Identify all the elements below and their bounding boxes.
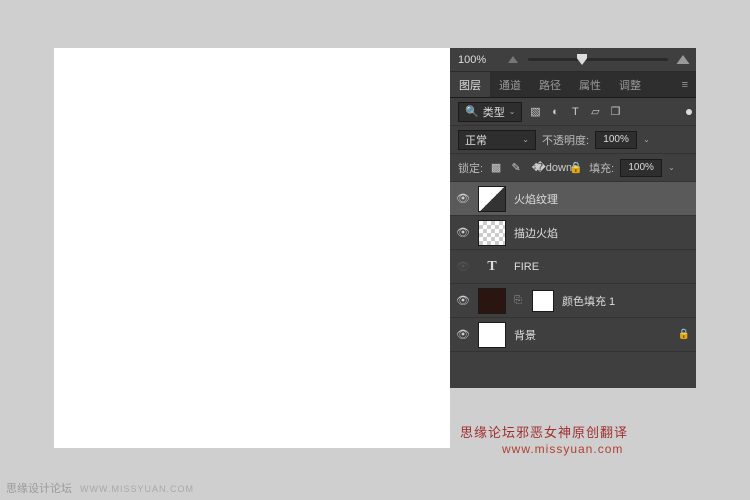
zoom-in-icon[interactable] [677, 55, 690, 64]
filter-adjust-icon[interactable]: ◐ [548, 105, 562, 119]
chevron-down-icon: ⌄ [509, 107, 516, 116]
layer-name[interactable]: FIRE [514, 261, 539, 273]
layer-name[interactable]: 颜色填充 1 [562, 293, 615, 309]
page-footer: 思缘设计论坛 WWW.MISSYUAN.COM [6, 480, 194, 496]
lock-label: 锁定: [458, 160, 483, 176]
layer-thumbnail[interactable] [478, 322, 506, 348]
layer-name[interactable]: 火焰纹理 [514, 191, 558, 207]
tab-properties[interactable]: 属性 [570, 72, 610, 97]
filter-pixel-icon[interactable]: ▧ [528, 105, 542, 119]
watermark-text: 思缘论坛邪恶女神原创翻译 [460, 422, 628, 441]
lock-transparent-icon[interactable]: ▩ [489, 161, 503, 175]
zoom-slider[interactable] [528, 58, 668, 61]
opacity-input[interactable]: 100% [595, 131, 637, 149]
watermark-url: www.missyuan.com [502, 442, 623, 456]
filter-shape-icon[interactable]: ▱ [588, 105, 602, 119]
tab-channels[interactable]: 通道 [490, 72, 530, 97]
visibility-icon[interactable]: 👁 [456, 328, 470, 342]
layer-row[interactable]: 👁 T FIRE [450, 250, 696, 284]
search-icon: 🔍 [465, 105, 479, 118]
filter-type-icon[interactable]: T [568, 105, 582, 119]
panel-tabs: 图层 通道 路径 属性 调整 ≡ [450, 72, 696, 98]
link-icon[interactable]: ⎘ [514, 295, 524, 306]
chevron-down-icon: ⌄ [522, 135, 529, 144]
blend-mode-select[interactable]: 正常 ⌄ [458, 130, 536, 150]
layer-mask-thumbnail[interactable] [532, 290, 554, 312]
layer-filter-row: 🔍 类型 ⌄ ▧ ◐ T ▱ ❐ [450, 98, 696, 126]
layer-list: 👁 火焰纹理 👁 描边火焰 👁 T FIRE 👁 ⎘ 颜色填充 1 👁 背景 🔒 [450, 182, 696, 352]
lock-row: 锁定: ▩ ✎ ✥ �downs 🔒 填充: 100% ⌄ [450, 154, 696, 182]
layer-row[interactable]: 👁 ⎘ 颜色填充 1 [450, 284, 696, 318]
layer-row[interactable]: 👁 火焰纹理 [450, 182, 696, 216]
type-layer-icon[interactable]: T [478, 254, 506, 280]
document-canvas[interactable] [54, 48, 450, 448]
layer-thumbnail[interactable] [478, 288, 506, 314]
layer-row[interactable]: 👁 描边火焰 [450, 216, 696, 250]
lock-all-icon[interactable]: 🔒 [569, 161, 583, 175]
tab-layers[interactable]: 图层 [450, 72, 490, 97]
panel-menu-icon[interactable]: ≡ [674, 72, 696, 97]
visibility-icon[interactable]: 👁 [456, 226, 470, 240]
lock-artboard-icon[interactable]: �downs [549, 161, 563, 175]
filter-smart-icon[interactable]: ❐ [608, 105, 622, 119]
zoom-bar: 100% [450, 48, 696, 72]
visibility-icon[interactable]: 👁 [456, 294, 470, 308]
layer-thumbnail[interactable] [478, 220, 506, 246]
footer-site-name: 思缘设计论坛 [6, 480, 72, 496]
chevron-down-icon[interactable]: ⌄ [643, 135, 650, 144]
layer-name[interactable]: 背景 [514, 327, 536, 343]
lock-brush-icon[interactable]: ✎ [509, 161, 523, 175]
visibility-icon[interactable]: 👁 [456, 192, 470, 206]
footer-site-url: WWW.MISSYUAN.COM [80, 484, 194, 494]
filter-label: 类型 [483, 104, 505, 120]
filter-kind-select[interactable]: 🔍 类型 ⌄ [458, 102, 522, 122]
fill-label: 填充: [589, 160, 614, 176]
layer-name[interactable]: 描边火焰 [514, 225, 558, 241]
layer-thumbnail[interactable] [478, 186, 506, 212]
panel-footer-space [450, 352, 696, 388]
tab-paths[interactable]: 路径 [530, 72, 570, 97]
zoom-out-icon[interactable] [508, 56, 518, 63]
layer-row[interactable]: 👁 背景 🔒 [450, 318, 696, 352]
filter-toggle[interactable] [686, 109, 692, 115]
zoom-value[interactable]: 100% [458, 54, 498, 66]
tab-adjust[interactable]: 调整 [610, 72, 650, 97]
blend-mode-value: 正常 [465, 132, 487, 148]
fill-input[interactable]: 100% [620, 159, 662, 177]
blend-row: 正常 ⌄ 不透明度: 100% ⌄ [450, 126, 696, 154]
lock-icon: 🔒 [678, 329, 690, 340]
opacity-label: 不透明度: [542, 132, 589, 148]
zoom-slider-thumb[interactable] [577, 54, 587, 65]
visibility-icon[interactable]: 👁 [456, 260, 470, 274]
chevron-down-icon[interactable]: ⌄ [668, 163, 675, 172]
layers-panel: 100% 图层 通道 路径 属性 调整 ≡ 🔍 类型 ⌄ ▧ ◐ T ▱ ❐ 正… [450, 48, 696, 388]
